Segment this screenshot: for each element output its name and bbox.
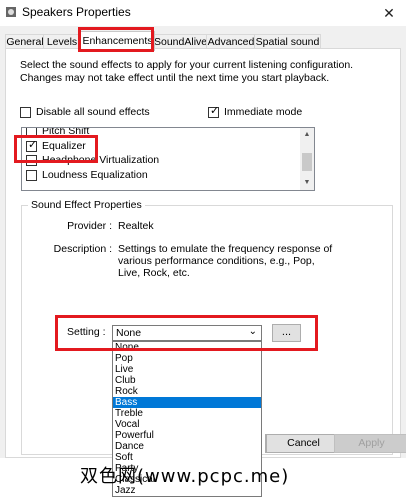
effect-checkbox[interactable] bbox=[26, 155, 37, 166]
description-label: Description : bbox=[53, 243, 112, 255]
checkmark-icon: ✓ bbox=[210, 105, 220, 117]
tab-strip: General Levels Enhancements SoundAlive A… bbox=[5, 31, 401, 51]
effects-list[interactable]: Pitch Shift ✓ Equalizer Headphone Virtua… bbox=[21, 127, 315, 191]
cancel-button[interactable]: Cancel bbox=[266, 434, 341, 453]
dropdown-option[interactable]: Pop bbox=[113, 353, 261, 364]
setting-select[interactable]: None ⌄ bbox=[112, 325, 262, 341]
effect-label: Headphone Virtualization bbox=[42, 154, 160, 166]
effect-label: Loudness Equalization bbox=[42, 169, 148, 181]
tab-enhancements[interactable]: Enhancements bbox=[80, 31, 155, 51]
disable-all-checkbox[interactable] bbox=[20, 107, 31, 118]
immediate-mode-checkbox[interactable]: ✓ bbox=[208, 105, 220, 118]
provider-label: Provider : bbox=[67, 220, 112, 232]
effect-label: Equalizer bbox=[42, 140, 86, 152]
provider-value: Realtek bbox=[118, 220, 154, 232]
chevron-down-icon[interactable]: ⌄ bbox=[249, 326, 257, 337]
enhancements-description: Select the sound effects to apply for yo… bbox=[20, 59, 354, 84]
group-title: Sound Effect Properties bbox=[28, 199, 145, 211]
dropdown-option[interactable]: None bbox=[113, 342, 261, 353]
dropdown-option[interactable]: Live bbox=[113, 364, 261, 375]
title-bar: Speakers Properties ✕ bbox=[0, 0, 406, 26]
effects-scrollbar[interactable]: ▲ ▼ bbox=[300, 128, 314, 190]
setting-value: None bbox=[116, 327, 142, 339]
apply-button[interactable]: Apply bbox=[334, 434, 406, 453]
watermark: 双色网(www.pcpc.me) bbox=[80, 466, 290, 487]
dropdown-option[interactable]: Vocal bbox=[113, 419, 261, 430]
immediate-mode-label: Immediate mode bbox=[224, 106, 303, 118]
disable-all-label: Disable all sound effects bbox=[36, 106, 150, 118]
effect-checkbox[interactable] bbox=[26, 170, 37, 181]
description-line: Settings to emulate the frequency respon… bbox=[118, 243, 333, 255]
scroll-thumb[interactable] bbox=[302, 153, 312, 171]
dropdown-option[interactable]: Powerful bbox=[113, 430, 261, 441]
more-options-button[interactable]: ... bbox=[272, 324, 301, 342]
window-title: Speakers Properties bbox=[22, 5, 131, 19]
dropdown-option[interactable]: Dance bbox=[113, 441, 261, 452]
scroll-down-icon[interactable]: ▼ bbox=[300, 176, 314, 190]
scroll-up-icon[interactable]: ▲ bbox=[300, 128, 314, 142]
checkmark-icon: ✓ bbox=[28, 139, 38, 151]
effect-checkbox[interactable] bbox=[26, 128, 37, 137]
description-line: various performance conditions, e.g., Po… bbox=[118, 255, 315, 267]
dropdown-option-selected[interactable]: Bass bbox=[113, 397, 261, 408]
setting-label: Setting : bbox=[67, 326, 106, 338]
effect-checkbox[interactable]: ✓ bbox=[26, 139, 38, 152]
effect-label: Pitch Shift bbox=[42, 127, 90, 137]
dropdown-option[interactable]: Club bbox=[113, 375, 261, 386]
description-line: Live, Rock, etc. bbox=[118, 267, 190, 279]
close-icon[interactable]: ✕ bbox=[376, 2, 402, 24]
speaker-icon bbox=[6, 7, 16, 17]
dropdown-option[interactable]: Treble bbox=[113, 408, 261, 419]
dropdown-option[interactable]: Rock bbox=[113, 386, 261, 397]
